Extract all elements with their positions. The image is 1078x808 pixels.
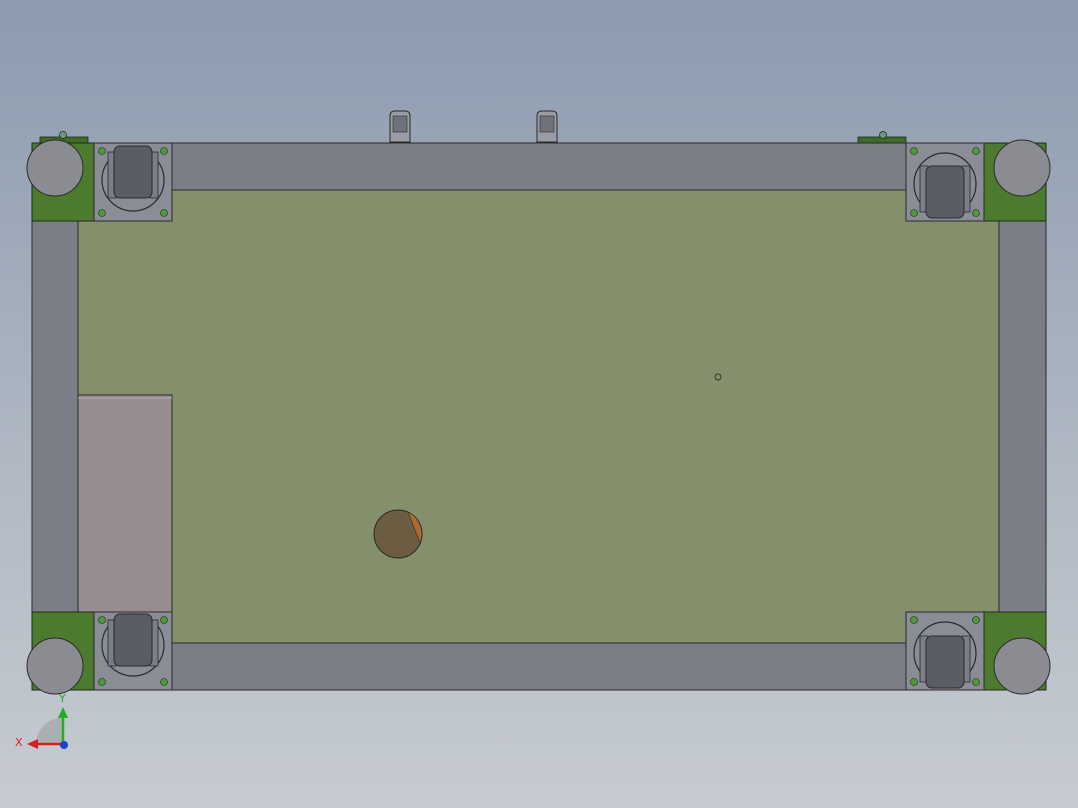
- model-view[interactable]: X Y: [0, 0, 1078, 808]
- frame-tube-left[interactable]: [31, 220, 79, 613]
- caster-wheel-icon[interactable]: [93, 142, 173, 222]
- frame-tube-top[interactable]: [171, 142, 907, 191]
- leveling-foot-icon[interactable]: [26, 637, 84, 695]
- handle-bracket-icon: [536, 110, 558, 143]
- leveling-foot-icon[interactable]: [993, 139, 1051, 197]
- triad-x-label: X: [15, 736, 23, 749]
- caster-wheel-icon[interactable]: [905, 611, 985, 691]
- triad-y-label: Y: [58, 692, 66, 705]
- frame-tube-bottom[interactable]: [171, 642, 907, 691]
- round-hole[interactable]: [373, 509, 423, 559]
- cad-graphics-viewport[interactable]: X Y: [0, 0, 1078, 808]
- coordinate-triad-icon: X Y: [15, 692, 68, 749]
- caster-wheel-icon[interactable]: [93, 611, 173, 691]
- leveling-foot-icon[interactable]: [993, 637, 1051, 695]
- frame-tube-right[interactable]: [998, 220, 1047, 613]
- latch-right: [857, 131, 907, 144]
- base-plate[interactable]: [77, 189, 1000, 644]
- side-panel[interactable]: [77, 394, 173, 613]
- handle-bracket-icon: [389, 110, 411, 143]
- leveling-foot-icon[interactable]: [26, 139, 84, 197]
- caster-wheel-icon[interactable]: [905, 142, 985, 222]
